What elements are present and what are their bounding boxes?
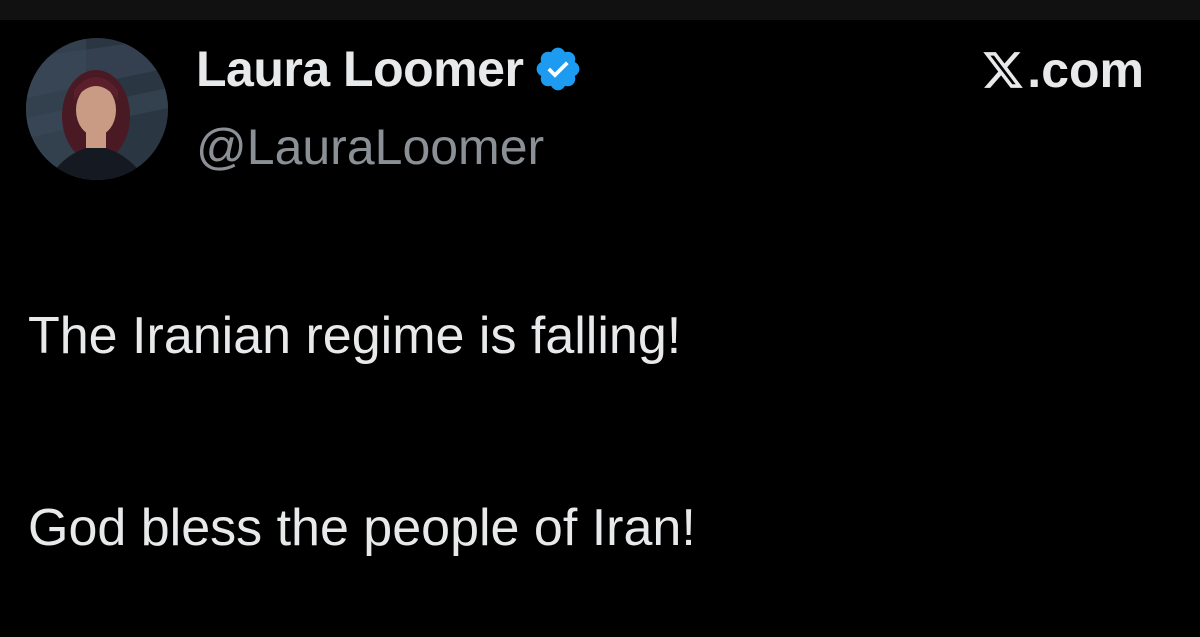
avatar[interactable] — [26, 38, 168, 180]
author-row: Laura Loomer — [196, 38, 583, 100]
profile-photo — [26, 38, 168, 180]
brand-suffix: .com — [1027, 42, 1144, 98]
author-handle[interactable]: @LauraLoomer — [196, 118, 544, 176]
verified-badge-icon — [533, 44, 583, 94]
display-name[interactable]: Laura Loomer — [196, 40, 524, 98]
x-logo-icon — [981, 48, 1027, 92]
tweet-line-1: The Iranian regime is falling! — [28, 307, 682, 365]
tweet-card: Laura Loomer @LauraLoomer .com The Irani… — [0, 0, 1200, 637]
brand-wordmark: .com — [981, 42, 1144, 98]
tweet-line-2: God bless the people of Iran! — [28, 499, 696, 557]
top-edge-strip — [0, 0, 1200, 20]
